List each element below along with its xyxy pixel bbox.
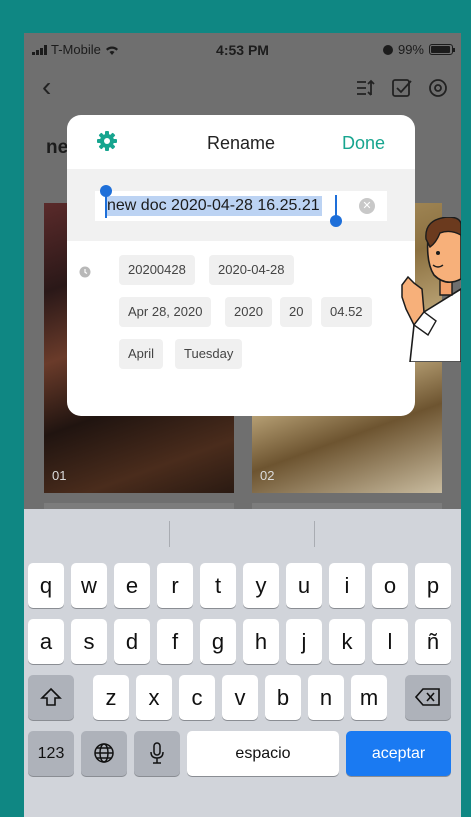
key-v[interactable]: v — [222, 675, 258, 720]
chevron-left-icon[interactable]: ‹ — [42, 73, 51, 101]
suggestion-chip[interactable]: 2020 — [225, 297, 272, 327]
suggestion-chip[interactable]: 2020-04-28 — [209, 255, 294, 285]
selection-end-handle[interactable] — [330, 195, 342, 227]
key-r[interactable]: r — [157, 563, 193, 608]
suggestion-chip[interactable]: Apr 28, 2020 — [119, 297, 212, 327]
phone-screen: T-Mobile 4:53 PM 99% ‹ ne 01 02 Rename D… — [24, 33, 461, 817]
key-p[interactable]: p — [415, 563, 451, 608]
done-button[interactable]: Done — [342, 133, 385, 154]
key-n[interactable]: n — [308, 675, 344, 720]
key-n-tilde[interactable]: ñ — [415, 619, 451, 664]
key-d[interactable]: d — [114, 619, 150, 664]
numbers-key[interactable]: 123 — [28, 731, 74, 776]
suggestion-chip[interactable]: 04.52 — [321, 297, 372, 327]
page-number: 01 — [52, 468, 67, 483]
selected-text[interactable]: new doc 2020-04-28 16.25.21 — [105, 196, 322, 216]
space-key[interactable]: espacio — [187, 731, 339, 776]
key-j[interactable]: j — [286, 619, 322, 664]
divider — [169, 521, 170, 547]
key-z[interactable]: z — [93, 675, 129, 720]
dictation-key[interactable] — [134, 731, 180, 776]
sort-icon[interactable] — [355, 77, 377, 99]
key-w[interactable]: w — [71, 563, 107, 608]
settings-gear-icon[interactable] — [427, 77, 449, 99]
delete-key[interactable] — [405, 675, 451, 720]
shift-icon — [40, 686, 62, 714]
suggestions-area: 20200428 2020-04-28 Apr 28, 2020 2020 20… — [67, 241, 415, 369]
pointing-man-illustration — [400, 216, 461, 363]
globe-key[interactable] — [81, 731, 127, 776]
suggestion-chip[interactable]: 20 — [280, 297, 313, 327]
page-number: 02 — [260, 468, 275, 483]
status-bar: T-Mobile 4:53 PM 99% — [24, 33, 461, 69]
dialog-header: Rename Done — [67, 115, 415, 169]
key-h[interactable]: h — [243, 619, 279, 664]
app-header: ‹ — [24, 71, 461, 111]
header-actions — [355, 77, 449, 99]
key-k[interactable]: k — [329, 619, 365, 664]
key-i[interactable]: i — [329, 563, 365, 608]
suggestion-chip[interactable]: Tuesday — [175, 339, 243, 369]
rename-dialog: Rename Done new doc 2020-04-28 16.25.21 … — [67, 115, 415, 416]
key-m[interactable]: m — [351, 675, 387, 720]
key-s[interactable]: s — [71, 619, 107, 664]
name-input[interactable]: new doc 2020-04-28 16.25.21 ✕ — [95, 185, 387, 227]
return-key[interactable]: aceptar — [346, 731, 451, 776]
key-y[interactable]: y — [243, 563, 279, 608]
shift-key[interactable] — [28, 675, 74, 720]
battery-icon — [429, 44, 455, 55]
selection-start-handle[interactable] — [100, 185, 112, 218]
suggestion-chip[interactable]: 20200428 — [119, 255, 195, 285]
key-l[interactable]: l — [372, 619, 408, 664]
microphone-icon — [149, 742, 165, 770]
key-a[interactable]: a — [28, 619, 64, 664]
key-b[interactable]: b — [265, 675, 301, 720]
battery-percent: 99% — [397, 42, 424, 57]
clear-icon[interactable]: ✕ — [359, 198, 375, 214]
keyboard: q w e r t y u i o p a s d f g h j k l ñ … — [24, 509, 461, 817]
clock-icon — [79, 265, 91, 278]
key-o[interactable]: o — [372, 563, 408, 608]
key-g[interactable]: g — [200, 619, 236, 664]
select-checkbox-icon[interactable] — [391, 77, 413, 99]
key-f[interactable]: f — [157, 619, 193, 664]
key-q[interactable]: q — [28, 563, 64, 608]
suggestion-chip[interactable]: April — [119, 339, 164, 369]
key-e[interactable]: e — [114, 563, 150, 608]
divider — [314, 521, 315, 547]
key-x[interactable]: x — [136, 675, 172, 720]
name-input-row: new doc 2020-04-28 16.25.21 ✕ — [67, 169, 415, 241]
globe-icon — [93, 742, 115, 770]
document-title: ne — [46, 137, 69, 158]
key-c[interactable]: c — [179, 675, 215, 720]
key-u[interactable]: u — [286, 563, 322, 608]
backspace-icon — [414, 687, 441, 713]
key-t[interactable]: t — [200, 563, 236, 608]
status-right: 99% — [382, 42, 455, 57]
predictive-bar — [24, 509, 461, 559]
alarm-icon — [382, 44, 393, 55]
